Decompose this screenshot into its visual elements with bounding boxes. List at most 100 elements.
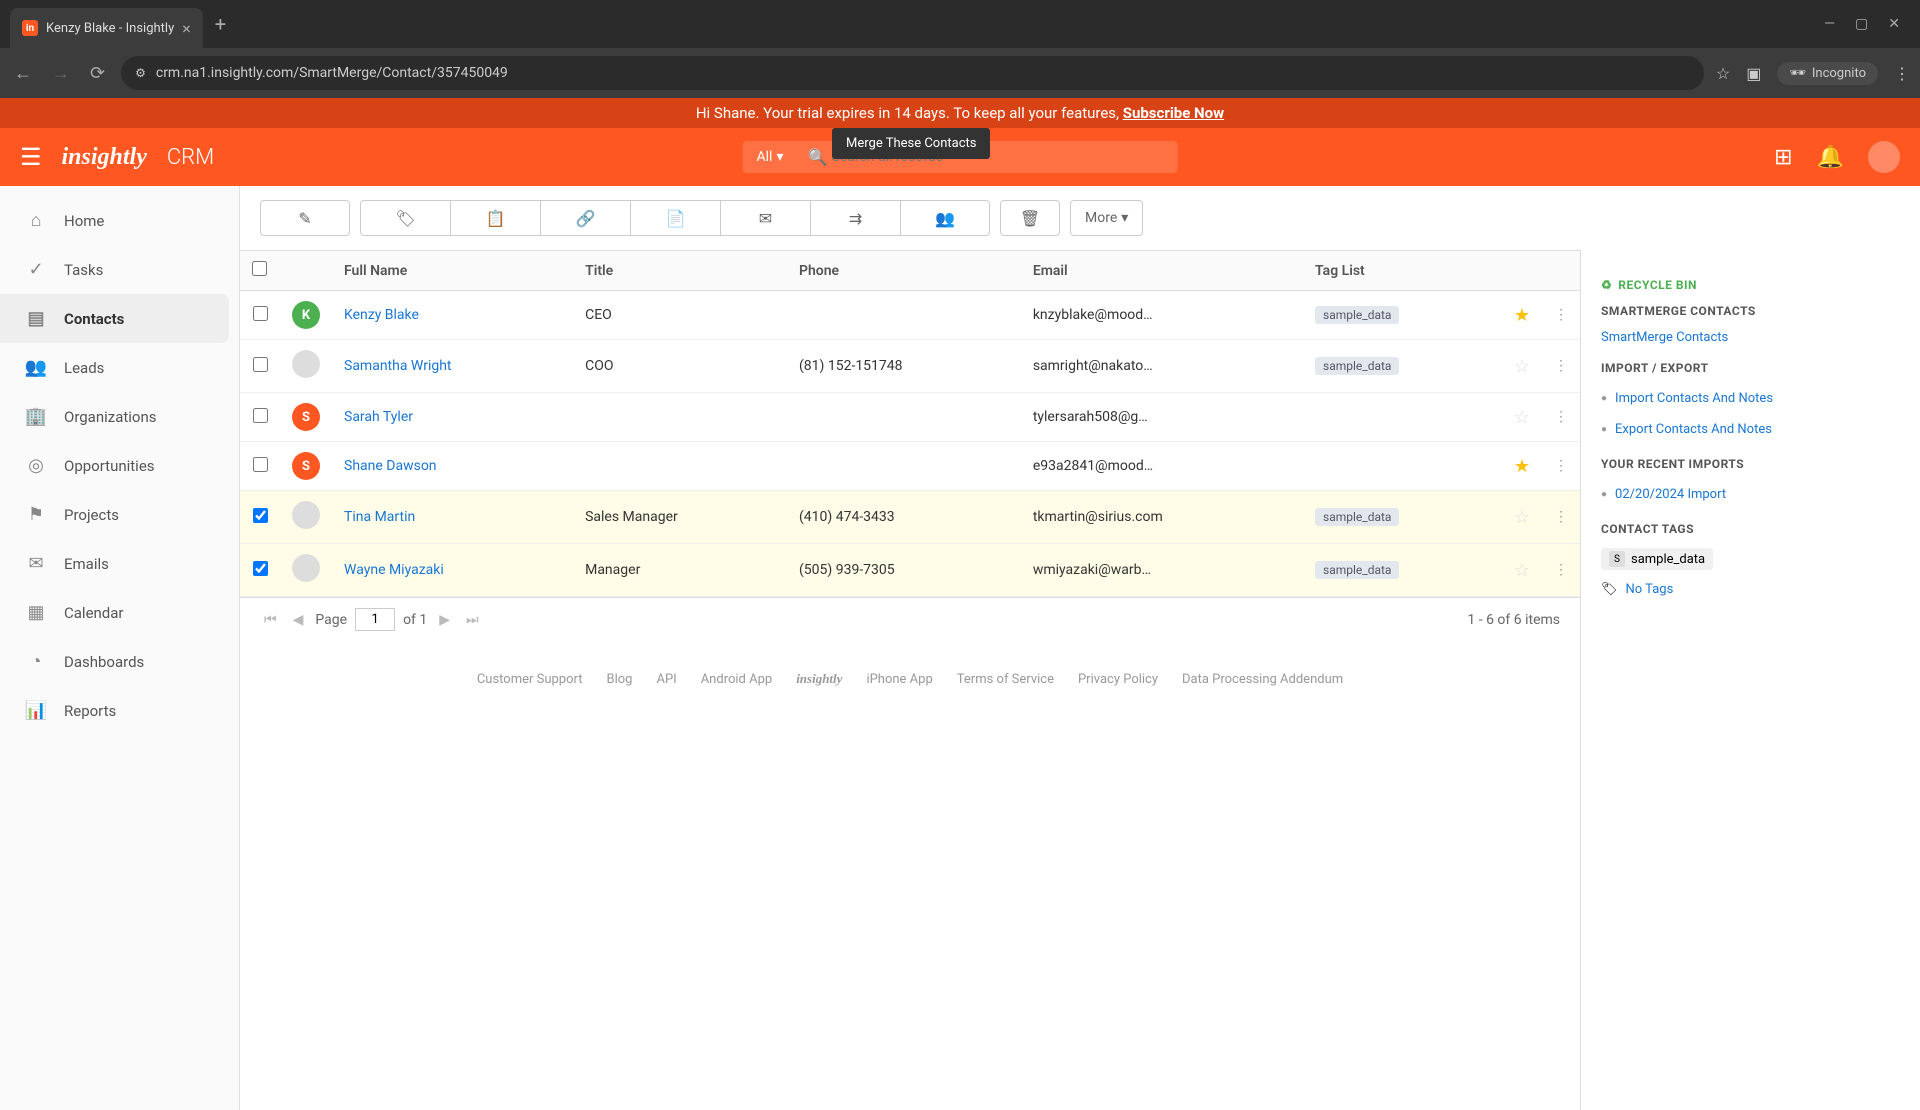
incognito-badge[interactable]: 🕶 Incognito (1777, 62, 1878, 85)
sidebar-item-contacts[interactable]: ▤Contacts (0, 294, 229, 343)
delete-button[interactable]: 🗑 (1000, 200, 1060, 236)
footer-link[interactable]: Android App (701, 672, 772, 687)
merge-button[interactable]: ⇉ (810, 200, 900, 236)
maximize-button[interactable]: ▢ (1855, 16, 1868, 32)
star-icon[interactable]: ★ (1514, 305, 1530, 326)
tag-filter[interactable]: S sample_data (1601, 548, 1713, 570)
contact-name-link[interactable]: Shane Dawson (344, 458, 437, 474)
contact-name-link[interactable]: Samantha Wright (344, 358, 452, 374)
sidebar-item-emails[interactable]: ✉Emails (0, 539, 239, 588)
row-checkbox[interactable] (253, 508, 268, 523)
minimize-button[interactable]: — (1824, 16, 1835, 32)
table-row[interactable]: Tina Martin Sales Manager (410) 474-3433… (240, 491, 1580, 544)
notifications-icon[interactable]: 🔔 (1817, 145, 1844, 170)
menu-toggle-icon[interactable]: ☰ (20, 143, 42, 171)
table-row[interactable]: Wayne Miyazaki Manager (505) 939-7305 wm… (240, 544, 1580, 597)
row-checkbox[interactable] (253, 357, 268, 372)
tag-chip[interactable]: sample_data (1315, 561, 1399, 579)
column-header[interactable]: Title (573, 251, 787, 291)
site-settings-icon[interactable]: ⚙ (135, 66, 146, 80)
row-checkbox[interactable] (253, 306, 268, 321)
next-page-button[interactable]: ▶ (435, 612, 454, 628)
row-checkbox[interactable] (253, 457, 268, 472)
sidebar-item-reports[interactable]: 📊Reports (0, 686, 239, 735)
user-avatar[interactable] (1868, 141, 1900, 173)
task-button[interactable]: 📋 (450, 200, 540, 236)
panel-icon[interactable]: ▣ (1746, 64, 1761, 83)
contact-name-link[interactable]: Sarah Tyler (344, 409, 413, 425)
recent-import-link[interactable]: 02/20/2024 Import (1615, 483, 1726, 506)
search-scope-dropdown[interactable]: All ▾ (743, 141, 798, 173)
tab-close-icon[interactable]: × (182, 19, 191, 38)
sidebar-item-leads[interactable]: 👥Leads (0, 343, 239, 392)
sidebar-item-organizations[interactable]: 🏢Organizations (0, 392, 239, 441)
star-icon[interactable]: ☆ (1514, 507, 1530, 528)
row-menu-icon[interactable]: ⋮ (1554, 509, 1568, 525)
no-tags-link[interactable]: No Tags (1626, 578, 1674, 601)
sidebar-item-projects[interactable]: ⚑Projects (0, 490, 239, 539)
column-header[interactable]: Email (1021, 251, 1303, 291)
row-menu-icon[interactable]: ⋮ (1554, 409, 1568, 425)
link-button[interactable]: 🔗 (540, 200, 630, 236)
column-header[interactable]: Tag List (1303, 251, 1502, 291)
footer-link[interactable]: iPhone App (866, 672, 932, 687)
table-row[interactable]: S Shane Dawson e93a2841@mood… ★ ⋮ (240, 442, 1580, 491)
select-all-checkbox[interactable] (252, 261, 267, 276)
close-window-button[interactable]: ✕ (1888, 16, 1900, 32)
back-button[interactable]: ← (10, 59, 36, 88)
footer-link[interactable]: insightly (796, 671, 842, 686)
browser-menu-icon[interactable]: ⋮ (1894, 64, 1910, 83)
address-bar[interactable]: ⚙ crm.na1.insightly.com/SmartMerge/Conta… (121, 56, 1704, 90)
row-menu-icon[interactable]: ⋮ (1554, 562, 1568, 578)
contact-name-link[interactable]: Wayne Miyazaki (344, 562, 444, 578)
edit-button[interactable]: ✎ (260, 200, 350, 236)
bookmark-icon[interactable]: ☆ (1716, 64, 1730, 83)
tag-button[interactable]: 🏷 (360, 200, 450, 236)
star-icon[interactable]: ☆ (1514, 407, 1530, 428)
recycle-bin-link[interactable]: ♻ RECYCLE BIN (1601, 278, 1900, 292)
smartmerge-link[interactable]: SmartMerge Contacts (1601, 326, 1900, 349)
contact-name-link[interactable]: Tina Martin (344, 509, 415, 525)
table-row[interactable]: Samantha Wright COO (81) 152-151748 samr… (240, 340, 1580, 393)
more-button[interactable]: More ▾ (1070, 200, 1143, 236)
new-tab-button[interactable]: + (215, 12, 226, 36)
last-page-button[interactable]: ⏭ (462, 612, 483, 628)
add-button[interactable]: ⊞ (1774, 145, 1792, 170)
sidebar-item-tasks[interactable]: ✓Tasks (0, 245, 239, 294)
tag-chip[interactable]: sample_data (1315, 306, 1399, 324)
browser-tab[interactable]: in Kenzy Blake - Insightly × (10, 8, 203, 48)
star-icon[interactable]: ☆ (1514, 560, 1530, 581)
tag-chip[interactable]: sample_data (1315, 357, 1399, 375)
sidebar-item-dashboards[interactable]: ◔Dashboards (0, 637, 239, 686)
assign-button[interactable]: 👥 (900, 200, 990, 236)
page-input[interactable] (355, 608, 395, 631)
row-menu-icon[interactable]: ⋮ (1554, 307, 1568, 323)
footer-link[interactable]: API (656, 672, 676, 687)
email-button[interactable]: ✉ (720, 200, 810, 236)
row-checkbox[interactable] (253, 408, 268, 423)
tag-chip[interactable]: sample_data (1315, 508, 1399, 526)
star-icon[interactable]: ☆ (1514, 356, 1530, 377)
footer-link[interactable]: Terms of Service (957, 672, 1054, 687)
logo[interactable]: insightly (62, 144, 147, 171)
column-header[interactable]: Full Name (332, 251, 573, 291)
star-icon[interactable]: ★ (1514, 456, 1530, 477)
table-row[interactable]: S Sarah Tyler tylersarah508@g… ☆ ⋮ (240, 393, 1580, 442)
column-header[interactable]: Phone (787, 251, 1021, 291)
footer-link[interactable]: Blog (607, 672, 633, 687)
row-menu-icon[interactable]: ⋮ (1554, 358, 1568, 374)
sidebar-item-calendar[interactable]: ▦Calendar (0, 588, 239, 637)
row-checkbox[interactable] (253, 561, 268, 576)
sidebar-item-opportunities[interactable]: ◎Opportunities (0, 441, 239, 490)
subscribe-link[interactable]: Subscribe Now (1123, 104, 1224, 122)
footer-link[interactable]: Privacy Policy (1078, 672, 1158, 687)
footer-link[interactable]: Data Processing Addendum (1182, 672, 1343, 687)
first-page-button[interactable]: ⏮ (260, 612, 281, 628)
file-button[interactable]: 📄 (630, 200, 720, 236)
footer-link[interactable]: Customer Support (477, 672, 583, 687)
reload-button[interactable]: ⟳ (86, 59, 109, 88)
forward-button[interactable]: → (48, 59, 74, 88)
table-row[interactable]: K Kenzy Blake CEO knzyblake@mood… sample… (240, 291, 1580, 340)
sidebar-item-home[interactable]: ⌂Home (0, 196, 239, 245)
import-link[interactable]: Import Contacts And Notes (1615, 387, 1773, 410)
